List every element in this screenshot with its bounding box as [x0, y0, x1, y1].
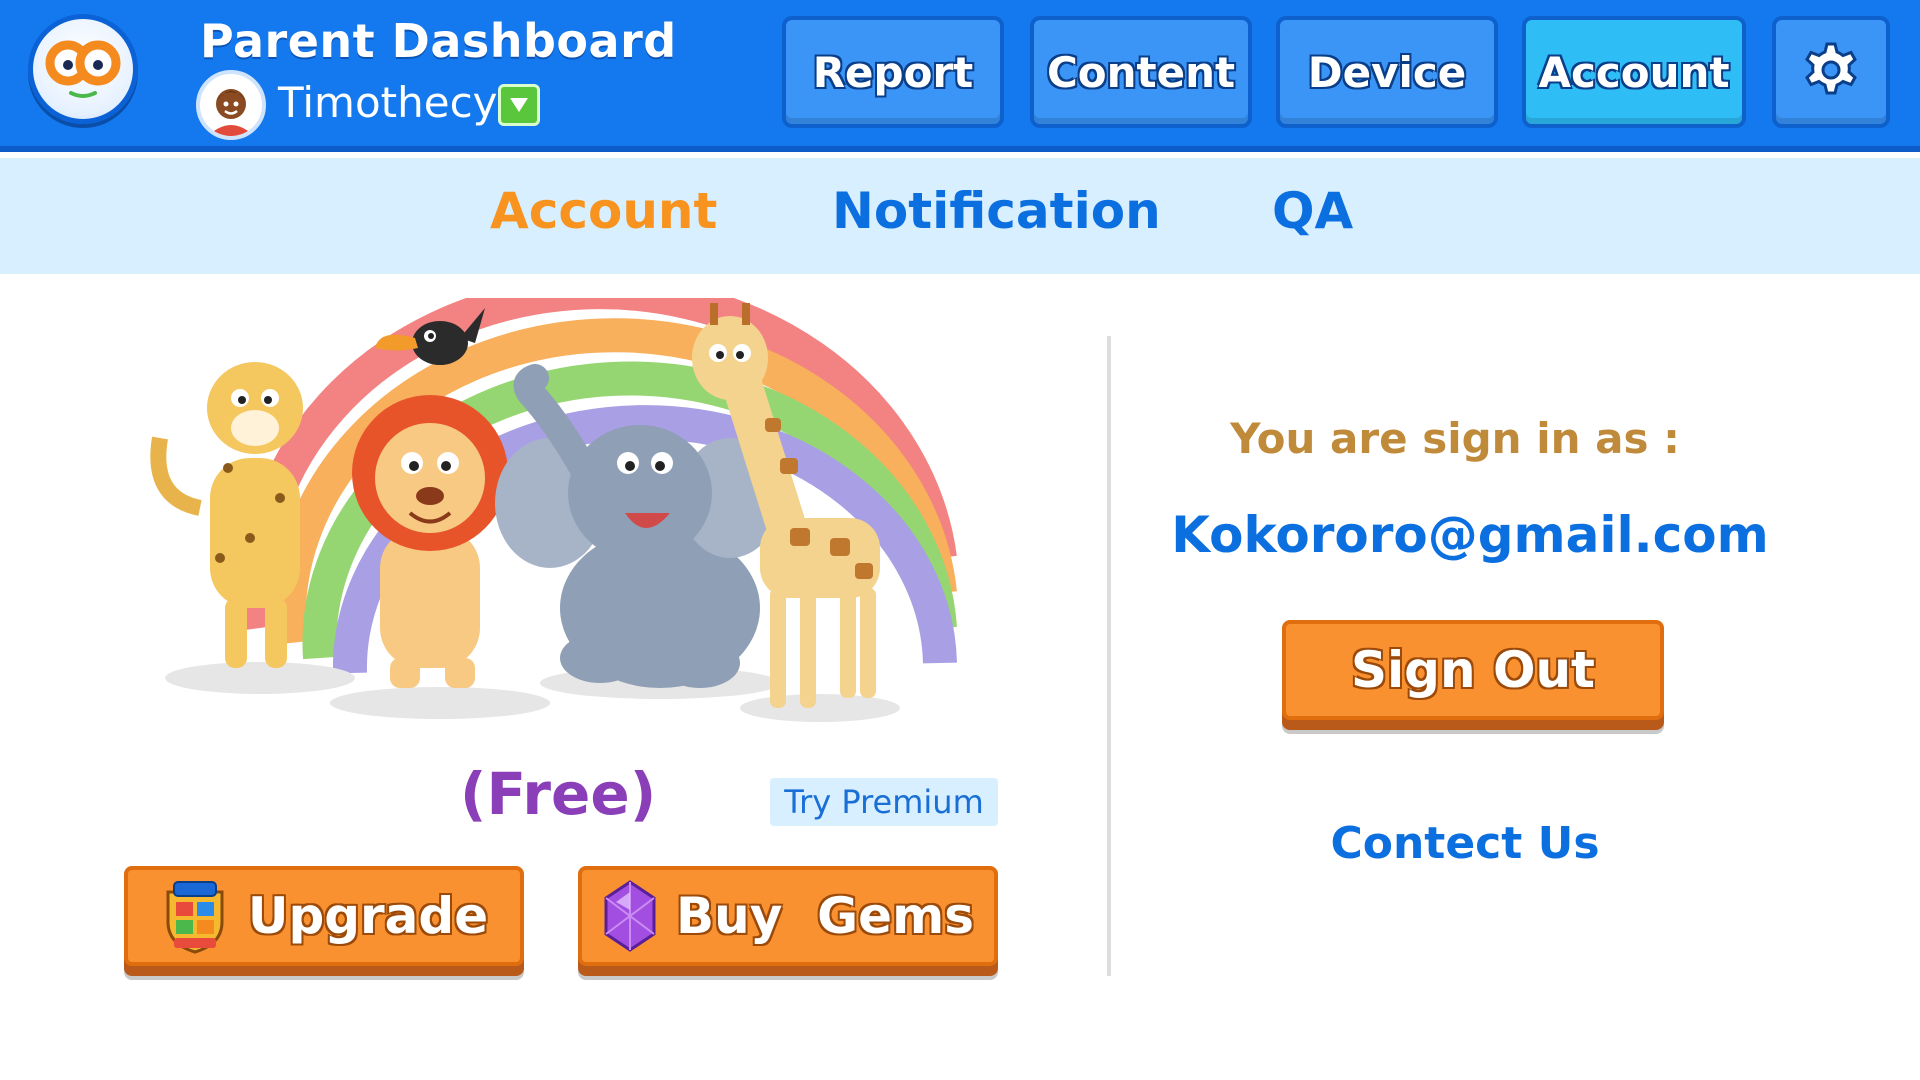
- kid-mode-premium-badge-icon: [160, 878, 230, 954]
- nav-report-button[interactable]: Report: [782, 16, 1004, 128]
- settings-button[interactable]: [1772, 16, 1890, 128]
- try-premium-link[interactable]: Try Premium: [770, 778, 998, 826]
- animal-friends-illustration: [140, 275, 960, 738]
- child-avatar[interactable]: [196, 70, 266, 140]
- buy-gems-button[interactable]: Buy Gems: [578, 866, 998, 966]
- sign-out-label: Sign Out: [1351, 641, 1595, 699]
- signed-in-label: You are sign in as :: [1230, 414, 1680, 463]
- upgrade-button[interactable]: Upgrade: [124, 866, 524, 966]
- nav-account-button[interactable]: Account: [1522, 16, 1746, 128]
- panel-divider: [1107, 336, 1111, 976]
- header-bar: Parent Dashboard Timothecy Report Conten…: [0, 0, 1920, 152]
- account-subnav: Account Notification QA: [0, 158, 1920, 274]
- purple-gem-icon: [602, 880, 658, 952]
- account-email: Kokororo@gmail.com: [1171, 506, 1769, 564]
- nav-content-button[interactable]: Content: [1030, 16, 1252, 128]
- plan-status: (Free): [460, 760, 657, 828]
- tab-notification[interactable]: Notification: [832, 182, 1161, 240]
- sign-out-button[interactable]: Sign Out: [1282, 620, 1664, 720]
- contact-us-link[interactable]: Contect Us: [1300, 818, 1630, 869]
- page-title: Parent Dashboard: [200, 14, 677, 68]
- upgrade-label: Upgrade: [247, 887, 489, 945]
- gear-icon: [1801, 40, 1861, 104]
- tab-qa[interactable]: QA: [1272, 182, 1353, 240]
- child-dropdown-icon[interactable]: [498, 84, 540, 126]
- tab-account[interactable]: Account: [490, 182, 717, 240]
- app-logo-icon: [28, 14, 138, 124]
- nav-device-button[interactable]: Device: [1276, 16, 1498, 128]
- buy-gems-label: Buy Gems: [676, 887, 974, 945]
- child-name[interactable]: Timothecy: [278, 78, 498, 127]
